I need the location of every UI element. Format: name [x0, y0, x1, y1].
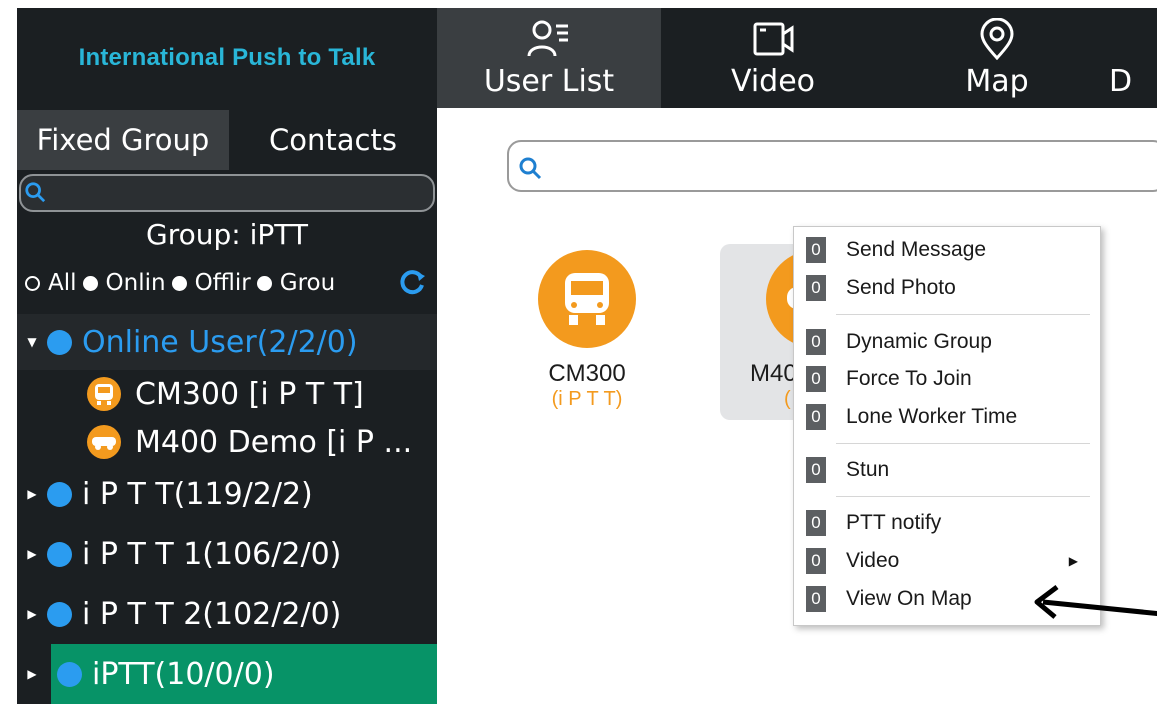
menu-label: View On Map: [846, 587, 972, 610]
badge: 0: [806, 237, 826, 263]
tree-label: Online User(2/2/0): [82, 324, 358, 360]
menu-separator: [836, 443, 1090, 444]
menu-label: Lone Worker Time: [846, 405, 1018, 428]
radio-group[interactable]: [256, 275, 272, 291]
tab-fixed-group[interactable]: Fixed Group: [17, 110, 229, 170]
menu-item-lone-worker-time[interactable]: 0 Lone Worker Time: [794, 398, 1100, 436]
map-pin-icon: [980, 17, 1014, 60]
nav-user-list[interactable]: User List: [437, 8, 661, 108]
badge: 0: [806, 404, 826, 430]
status-dot: [57, 661, 82, 687]
tree-label: i P T T 1(106/2/0): [82, 536, 342, 572]
menu-item-dynamic-group[interactable]: 0 Dynamic Group: [794, 323, 1100, 361]
tree-group-iptt-1[interactable]: ▶ i P T T 1(106/2/0): [17, 528, 437, 580]
badge: 0: [806, 586, 826, 612]
search-icon: [519, 157, 542, 180]
filter-radio-group: All Onlin Offlir Grou: [25, 266, 435, 300]
menu-item-force-to-join[interactable]: 0 Force To Join: [794, 360, 1100, 398]
user-list-icon: [527, 20, 568, 56]
nav-label: Video: [730, 63, 816, 99]
tree-group-iptt[interactable]: ▶ i P T T(119/2/2): [17, 468, 437, 520]
filter-label-offline: Offlir: [194, 270, 251, 296]
collapse-caret-icon[interactable]: ▶: [17, 487, 47, 501]
expand-caret-icon[interactable]: ▼: [17, 335, 47, 349]
tree-user-cm300[interactable]: CM300 [i P T T]: [87, 370, 437, 418]
menu-label: Dynamic Group: [846, 330, 992, 353]
user-label: CM300 [i P T T]: [135, 376, 364, 412]
nav-label: Map: [965, 63, 1029, 99]
badge: 0: [806, 510, 826, 536]
menu-item-ptt-notify[interactable]: 0 PTT notify: [794, 504, 1100, 542]
submenu-arrow-icon: ▶: [1068, 554, 1078, 568]
filter-label-online: Onlin: [105, 270, 166, 296]
nav-video[interactable]: Video: [661, 8, 885, 108]
user-group: (: [784, 388, 791, 410]
menu-separator: [836, 496, 1090, 497]
truck-avatar-icon: [87, 377, 121, 411]
tree-group-iptt-2[interactable]: ▶ i P T T 2(102/2/0): [17, 588, 437, 640]
radio-all[interactable]: [25, 275, 40, 291]
menu-label: Video: [846, 549, 900, 572]
app-window: International Push to Talk Fixed Group C…: [17, 8, 1157, 704]
search-icon: [25, 182, 46, 203]
status-dot: [47, 481, 72, 507]
sidebar-tabs: Fixed Group Contacts: [17, 110, 437, 170]
collapse-caret-icon[interactable]: ▶: [17, 547, 47, 561]
top-nav: User List Video Map D: [437, 8, 1157, 108]
nav-label: User List: [483, 63, 615, 99]
nav-more[interactable]: D: [1109, 8, 1157, 108]
status-dot: [47, 329, 72, 355]
tree-label: i P T T(119/2/2): [82, 476, 313, 512]
menu-item-send-photo[interactable]: 0 Send Photo: [794, 269, 1100, 307]
truck-avatar-icon: [538, 250, 636, 348]
refresh-icon[interactable]: [397, 268, 427, 298]
filter-label-all: All: [48, 270, 77, 296]
user-label: M400 Demo [i P ...: [135, 424, 413, 460]
menu-item-video[interactable]: 0 Video ▶: [794, 542, 1100, 580]
user-group: (i P T T): [551, 388, 623, 410]
collapse-caret-icon[interactable]: ▶: [17, 607, 47, 621]
brand-header: International Push to Talk: [17, 8, 437, 108]
left-panel: International Push to Talk Fixed Group C…: [17, 8, 437, 704]
menu-label: PTT notify: [846, 511, 942, 534]
user-name: M40: [750, 360, 797, 387]
menu-item-stun[interactable]: 0 Stun: [794, 451, 1100, 489]
menu-label: Send Message: [846, 238, 987, 261]
tree-group-iptt-selected[interactable]: ▶ iPTT(10/0/0): [17, 644, 437, 704]
menu-label: Force To Join: [846, 367, 972, 390]
annotation-arrow-icon: [1034, 585, 1157, 619]
menu-item-send-message[interactable]: 0 Send Message: [794, 231, 1100, 269]
badge: 0: [806, 548, 826, 574]
status-dot: [47, 601, 72, 627]
menu-label: Send Photo: [846, 276, 956, 299]
group-title: Group: iPTT: [146, 218, 308, 251]
badge: 0: [806, 457, 826, 483]
badge: 0: [806, 329, 826, 355]
badge: 0: [806, 366, 826, 392]
tree-user-m400[interactable]: M400 Demo [i P ...: [87, 418, 437, 466]
badge: 0: [806, 275, 826, 301]
tab-contacts[interactable]: Contacts: [229, 110, 437, 170]
tree-label: i P T T 2(102/2/0): [82, 596, 342, 632]
radio-online[interactable]: [82, 275, 98, 291]
sidebar-search-input[interactable]: [19, 174, 435, 212]
collapse-caret-icon[interactable]: ▶: [17, 667, 47, 681]
nav-map[interactable]: Map: [885, 8, 1109, 108]
tree-label: iPTT(10/0/0): [92, 656, 275, 692]
selected-highlight: iPTT(10/0/0): [51, 644, 437, 704]
menu-label: Stun: [846, 458, 890, 481]
car-avatar-icon: [87, 425, 121, 459]
brand-title: International Push to Talk: [78, 44, 376, 71]
context-menu: 0 Send Message 0 Send Photo 0 Dynamic Gr…: [793, 226, 1101, 626]
menu-separator: [836, 314, 1090, 315]
nav-label: D: [1109, 63, 1133, 99]
user-card-cm300[interactable]: CM300 (i P T T): [512, 244, 662, 424]
status-dot: [47, 541, 72, 567]
user-name: CM300: [548, 360, 626, 387]
video-camera-icon: [753, 22, 794, 55]
radio-offline[interactable]: [171, 275, 187, 291]
tree-online-users[interactable]: ▼ Online User(2/2/0): [17, 314, 437, 370]
main-search-input[interactable]: [507, 140, 1157, 192]
filter-label-group: Grou: [279, 270, 336, 296]
